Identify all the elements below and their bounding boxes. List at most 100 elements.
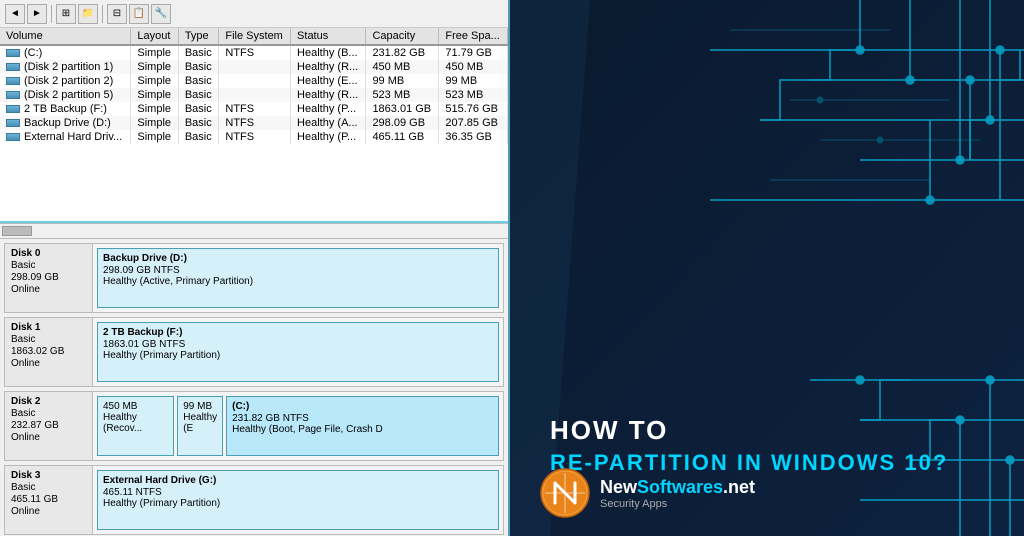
disk-row: Disk 3 Basic 465.11 GB Online External H… [4,465,504,535]
disk-size: 465.11 GB [11,494,86,505]
col-status: Status [291,28,366,45]
cell-layout: Simple [131,45,178,60]
disk-management-panel: ◄ ► ⊞ 📁 ⊟ 📋 🔧 Volume Layout Type File Sy… [0,0,510,536]
disk-status: Online [11,432,86,443]
cell-layout: Simple [131,130,178,144]
volume-name: (Disk 2 partition 1) [24,61,113,73]
table-row[interactable]: (C:) Simple Basic NTFS Healthy (B... 231… [0,45,508,60]
copy-button[interactable]: 📋 [129,4,149,24]
cell-capacity: 523 MB [366,88,439,102]
disk-size: 1863.02 GB [11,346,86,357]
col-layout: Layout [131,28,178,45]
partition-size: 99 MB [183,401,217,412]
cell-free: 36.35 GB [439,130,508,144]
partition-block[interactable]: Backup Drive (D:) 298.09 GB NTFS Healthy… [97,248,499,308]
cell-capacity: 450 MB [366,60,439,74]
partition-status: Healthy (Primary Partition) [103,350,493,361]
disk-size: 298.09 GB [11,272,86,283]
partition-status: Healthy (Primary Partition) [103,498,493,509]
table-row[interactable]: (Disk 2 partition 5) Simple Basic Health… [0,88,508,102]
cell-layout: Simple [131,116,178,130]
logo-subtitle: Security Apps [600,498,755,510]
disk-status: Online [11,284,86,295]
cell-layout: Simple [131,88,178,102]
cell-type: Basic [178,116,219,130]
cell-status: Healthy (P... [291,102,366,116]
volume-icon [6,49,20,57]
disk-partitions: Backup Drive (D:) 298.09 GB NTFS Healthy… [93,244,503,312]
partition-block[interactable]: (C:) 231.82 GB NTFS Healthy (Boot, Page … [226,396,499,456]
partition-name: Backup Drive (D:) [103,253,493,264]
table-row[interactable]: (Disk 2 partition 2) Simple Basic Health… [0,74,508,88]
table-row[interactable]: 2 TB Backup (F:) Simple Basic NTFS Healt… [0,102,508,116]
cell-status: Healthy (R... [291,88,366,102]
table-row[interactable]: External Hard Driv... Simple Basic NTFS … [0,130,508,144]
scroll-thumb[interactable] [2,226,32,236]
cell-layout: Simple [131,60,178,74]
properties-button[interactable]: ⊟ [107,4,127,24]
table-row[interactable]: Backup Drive (D:) Simple Basic NTFS Heal… [0,116,508,130]
col-capacity: Capacity [366,28,439,45]
logo-name-blue: Softwares [637,477,723,497]
disk-type: Basic [11,482,86,493]
volume-icon [6,77,20,85]
partition-status: Healthy (Recov... [103,412,168,434]
cell-capacity: 99 MB [366,74,439,88]
table-row[interactable]: (Disk 2 partition 1) Simple Basic Health… [0,60,508,74]
disk-partitions: 2 TB Backup (F:) 1863.01 GB NTFS Healthy… [93,318,503,386]
back-button[interactable]: ◄ [5,4,25,24]
disk-type: Basic [11,260,86,271]
partition-name: 2 TB Backup (F:) [103,327,493,338]
forward-button[interactable]: ► [27,4,47,24]
main-text-content: HOW TO RE-PARTITION IN WINDOWS 10? [550,415,948,476]
volume-icon [6,119,20,127]
cell-capacity: 465.11 GB [366,130,439,144]
settings-button[interactable]: 🔧 [151,4,171,24]
partition-name: (C:) [232,401,493,412]
volume-name: (C:) [24,47,42,59]
volume-table: Volume Layout Type File System Status Ca… [0,28,508,144]
cell-volume: Backup Drive (D:) [0,116,131,130]
disk-name: Disk 0 [11,248,86,259]
right-panel: HOW TO RE-PARTITION IN WINDOWS 10? NewSo… [510,0,1024,536]
volume-icon [6,105,20,113]
partition-block[interactable]: 2 TB Backup (F:) 1863.01 GB NTFS Healthy… [97,322,499,382]
cell-capacity: 298.09 GB [366,116,439,130]
disk-row: Disk 1 Basic 1863.02 GB Online 2 TB Back… [4,317,504,387]
cell-type: Basic [178,60,219,74]
disk-status: Online [11,506,86,517]
col-volume: Volume [0,28,131,45]
cell-filesystem: NTFS [219,45,291,60]
cell-type: Basic [178,45,219,60]
cell-free: 99 MB [439,74,508,88]
volume-name: 2 TB Backup (F:) [24,103,107,115]
partition-block[interactable]: External Hard Drive (G:) 465.11 NTFS Hea… [97,470,499,530]
disk-status: Online [11,358,86,369]
cell-volume: External Hard Driv... [0,130,131,144]
cell-status: Healthy (P... [291,130,366,144]
cell-layout: Simple [131,102,178,116]
volume-icon [6,133,20,141]
grid-button[interactable]: ⊞ [56,4,76,24]
cell-status: Healthy (A... [291,116,366,130]
cell-free: 450 MB [439,60,508,74]
cell-free: 207.85 GB [439,116,508,130]
cell-filesystem [219,88,291,102]
col-filesystem: File System [219,28,291,45]
cell-capacity: 1863.01 GB [366,102,439,116]
disk-row: Disk 0 Basic 298.09 GB Online Backup Dri… [4,243,504,313]
cell-volume: (Disk 2 partition 1) [0,60,131,74]
disk-partitions: External Hard Drive (G:) 465.11 NTFS Hea… [93,466,503,534]
how-to-text: HOW TO [550,415,948,446]
folder-button[interactable]: 📁 [78,4,98,24]
logo-area: NewSoftwares.net Security Apps [540,468,755,518]
horizontal-scrollbar[interactable] [0,223,508,239]
partition-block[interactable]: 99 MB Healthy (E [177,396,223,456]
volume-icon [6,63,20,71]
cell-volume: (Disk 2 partition 2) [0,74,131,88]
col-free: Free Spa... [439,28,508,45]
cell-volume: 2 TB Backup (F:) [0,102,131,116]
disk-partitions: 450 MB Healthy (Recov... 99 MB Healthy (… [93,392,503,460]
volume-icon [6,91,20,99]
partition-block[interactable]: 450 MB Healthy (Recov... [97,396,174,456]
